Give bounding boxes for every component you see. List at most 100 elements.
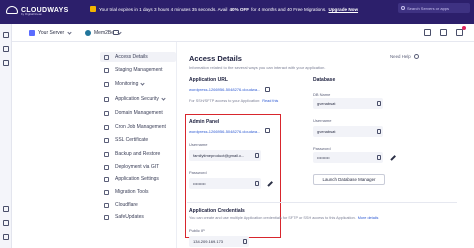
wordpress-icon: [85, 30, 91, 36]
public-ip-value: 134.209.169.173: [193, 239, 224, 244]
notification-icon[interactable]: [456, 29, 463, 36]
admin-panel-link[interactable]: wordpress-1266956-5048276.cloudwa...: [189, 129, 260, 134]
nav-label: Staging Management: [115, 67, 163, 73]
copy-icon[interactable]: [377, 101, 381, 106]
server-icon: [29, 30, 35, 36]
admin-username-value: familytimeproduct@gmail.c...: [193, 153, 245, 158]
servers-icon[interactable]: [3, 32, 9, 38]
db-username-field: gvenabsat: [313, 126, 383, 137]
left-rail: [0, 24, 12, 248]
chart-icon: [104, 81, 109, 87]
access-details-panel: Access Details Information related to th…: [176, 42, 474, 248]
nav-application-security[interactable]: Application Security: [100, 94, 176, 104]
team-icon[interactable]: [3, 220, 9, 226]
www-icon[interactable]: [440, 29, 447, 36]
copy-icon[interactable]: [377, 155, 381, 160]
cloud-icon: [6, 6, 18, 14]
more-details-link[interactable]: More details: [358, 216, 379, 220]
nav-label: Cron Job Management: [115, 124, 166, 130]
gear-icon: [104, 176, 109, 182]
nav-cron-job-management[interactable]: Cron Job Management: [100, 122, 176, 132]
apps-grid-icon[interactable]: [3, 234, 9, 240]
trial-offer: 40% OFF: [229, 6, 250, 12]
nav-label: Application Settings: [115, 176, 159, 182]
admin-password-value: •••••••••: [193, 181, 206, 186]
shield-icon: [104, 96, 109, 102]
nav-label: Backup and Restore: [115, 151, 161, 157]
nav-deployment-via-git[interactable]: Deployment via GIT: [100, 162, 176, 172]
chevron-down-icon: [161, 95, 166, 101]
search-input[interactable]: [407, 5, 467, 11]
logo-subtext: by DigitalOcean: [21, 12, 43, 16]
folder-icon[interactable]: [3, 206, 9, 212]
db-name-label: DB Name: [313, 92, 331, 97]
credentials-note-text: You can create and use multiple Applicat…: [189, 216, 356, 220]
nav-domain-management[interactable]: Domain Management: [100, 108, 176, 118]
db-password-label: Password: [313, 146, 331, 151]
section-divider: [187, 202, 457, 203]
nav-safeupdates[interactable]: SafeUpdates: [100, 212, 176, 222]
refresh-icon: [104, 214, 109, 220]
nav-label: SafeUpdates: [115, 214, 144, 220]
applications-icon[interactable]: [3, 46, 9, 52]
db-name-field: gvenabsat: [313, 98, 383, 109]
lock-icon: [104, 137, 109, 143]
notification-badge: [462, 26, 466, 30]
nav-label: Deployment via GIT: [115, 164, 160, 170]
wordpress-admin-icon[interactable]: [424, 29, 431, 36]
nav-label: SSL Certificate: [115, 137, 149, 143]
page-subtitle: Information related to the several ways …: [189, 65, 326, 70]
app-label: Mem2Be: [94, 30, 115, 36]
nav-access-details[interactable]: Access Details: [100, 52, 176, 62]
application-url-title: Application URL: [189, 77, 228, 83]
read-this-link[interactable]: Read this: [262, 99, 278, 103]
top-bar: CLOUDWAYS by DigitalOcean Your trial exp…: [0, 0, 474, 24]
nav-migration-tools[interactable]: Migration Tools: [100, 187, 176, 197]
credentials-note: You can create and use multiple Applicat…: [189, 216, 378, 220]
git-icon: [104, 164, 109, 170]
clock-icon: [104, 124, 109, 130]
server-header: Your Server Mem2Be: [12, 24, 474, 42]
copy-icon[interactable]: [377, 129, 381, 134]
nav-monitoring[interactable]: Monitoring: [100, 79, 176, 89]
admin-panel-title: Admin Panel: [189, 119, 220, 125]
admin-password-field: •••••••••: [189, 178, 261, 189]
gift-icon: [90, 6, 96, 12]
nav-ssl-certificate[interactable]: SSL Certificate: [100, 135, 176, 145]
db-username-label: Username: [313, 118, 332, 123]
chevron-down-icon: [140, 80, 145, 86]
nav-label: Cloudflare: [115, 202, 138, 208]
upgrade-now-link[interactable]: Upgrade Now: [328, 7, 358, 12]
more-icon[interactable]: [113, 30, 119, 35]
projects-icon[interactable]: [3, 60, 9, 66]
need-help-link[interactable]: Need Help: [390, 54, 419, 59]
trial-text: Your trial expires in 1 days 3 hours 4 m…: [99, 6, 228, 12]
trial-suffix: for 4 months and 40 Free Migrations.: [251, 6, 327, 12]
need-help-label: Need Help: [390, 54, 411, 59]
ssh-note-text: For SSH/SFTP access to your Application:: [189, 99, 261, 103]
external-link-icon[interactable]: [265, 128, 270, 133]
admin-username-label: Username: [189, 142, 208, 147]
server-selector[interactable]: Your Server: [29, 28, 72, 38]
backup-icon: [104, 151, 109, 157]
cloud-icon: [104, 202, 109, 208]
nav-cloudflare[interactable]: Cloudflare: [100, 200, 176, 210]
migration-icon: [104, 189, 109, 195]
help-icon: [413, 54, 419, 59]
pencil-icon[interactable]: [390, 155, 396, 161]
admin-password-label: Password: [189, 170, 207, 175]
copy-icon[interactable]: [243, 239, 247, 244]
nav-label: Application Security: [115, 96, 159, 102]
copy-icon[interactable]: [255, 181, 259, 186]
nav-backup-and-restore[interactable]: Backup and Restore: [100, 149, 176, 159]
global-search[interactable]: [398, 3, 470, 13]
application-url-link[interactable]: wordpress-1266956-5048276.cloudwa...: [189, 87, 260, 92]
launch-database-manager-button[interactable]: Launch Database Manager: [313, 174, 385, 185]
copy-icon[interactable]: [255, 153, 259, 158]
nav-label: Domain Management: [115, 110, 163, 116]
external-link-icon[interactable]: [265, 87, 270, 92]
trial-banner: Your trial expires in 1 days 3 hours 4 m…: [90, 4, 358, 14]
nav-application-settings[interactable]: Application Settings: [100, 174, 176, 184]
nav-staging-management[interactable]: Staging Management: [100, 65, 176, 75]
nav-label: Migration Tools: [115, 189, 149, 195]
